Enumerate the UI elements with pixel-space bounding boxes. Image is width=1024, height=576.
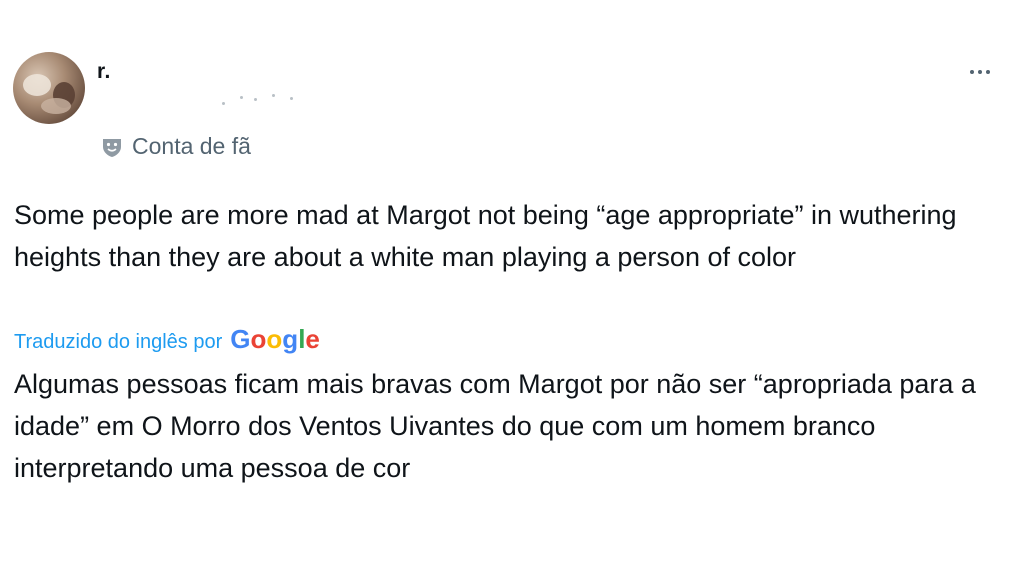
tweet-text: Some people are more mad at Margot not b… (14, 200, 957, 272)
google-logo-letter: o (266, 324, 283, 354)
avatar[interactable] (13, 52, 85, 124)
tweet: r. Conta de fã Some people are more mad … (0, 0, 1024, 576)
fan-account-label: Conta de fã (100, 133, 251, 160)
mask-icon (103, 138, 121, 157)
translation-attribution[interactable]: Traduzido do inglês por Google (14, 324, 320, 355)
more-options-icon (986, 70, 990, 74)
google-logo-letter: G (230, 324, 251, 354)
translation-label[interactable]: Traduzido do inglês por (14, 331, 222, 354)
avatar-detail (23, 74, 51, 96)
avatar-detail (41, 98, 71, 114)
more-options-icon (978, 70, 982, 74)
display-name[interactable]: r. (97, 60, 111, 84)
more-options-icon (970, 70, 974, 74)
blurred-handle (210, 90, 310, 110)
more-options-button[interactable] (962, 58, 998, 86)
google-logo-letter: o (250, 324, 267, 354)
google-logo-letter: e (305, 324, 320, 354)
fan-account-text: Conta de fã (132, 133, 251, 159)
google-logo-letter: g (282, 324, 299, 354)
google-logo: Google (230, 324, 320, 355)
translated-text: Algumas pessoas ficam mais bravas com Ma… (14, 369, 976, 483)
